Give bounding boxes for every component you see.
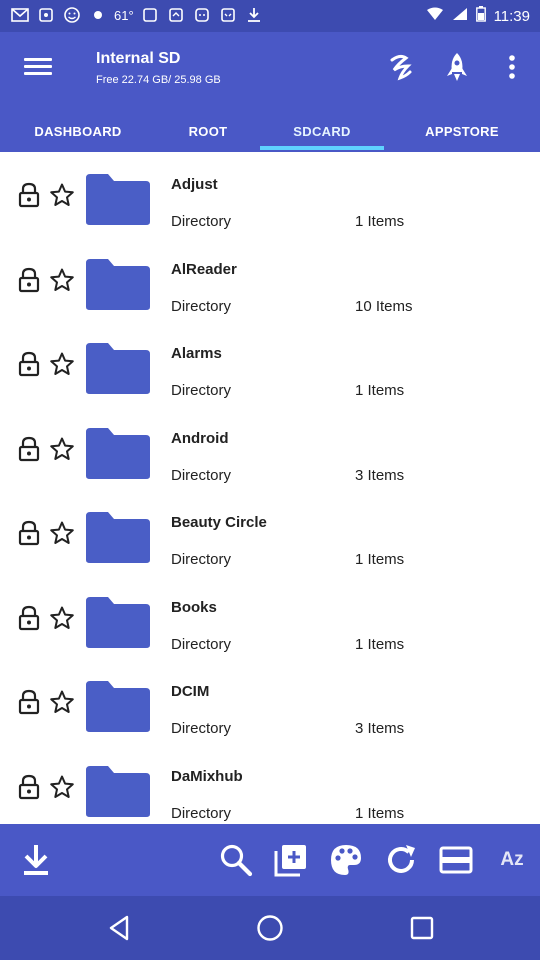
star-icon[interactable] bbox=[49, 351, 75, 377]
app-icon bbox=[192, 5, 212, 25]
file-name: Alarms bbox=[171, 345, 222, 362]
lock-icon[interactable] bbox=[17, 436, 41, 462]
tab-appstore[interactable]: APPSTORE bbox=[384, 110, 540, 152]
status-bar: 61° 11:39 bbox=[0, 0, 540, 32]
download-icon[interactable] bbox=[16, 840, 56, 880]
star-icon[interactable] bbox=[49, 436, 75, 462]
list-item[interactable]: DaMixhub Directory 1 Items bbox=[0, 744, 540, 825]
mask-icon bbox=[218, 5, 238, 25]
palette-icon[interactable] bbox=[326, 840, 366, 880]
recents-icon[interactable] bbox=[404, 910, 440, 946]
file-name: Android bbox=[171, 429, 229, 447]
status-notifications: 61° bbox=[10, 5, 264, 25]
file-count: 1 Items bbox=[355, 804, 405, 822]
emoji-icon bbox=[62, 5, 82, 25]
lock-icon[interactable] bbox=[17, 520, 41, 546]
file-type: Directory bbox=[171, 466, 232, 484]
star-icon[interactable] bbox=[49, 182, 75, 208]
file-type: Directory bbox=[171, 804, 232, 822]
mail-icon bbox=[10, 5, 30, 25]
more-vert-icon[interactable] bbox=[495, 50, 529, 84]
rocket-icon[interactable] bbox=[440, 50, 474, 84]
weather-icon bbox=[88, 5, 108, 25]
star-icon[interactable] bbox=[49, 689, 75, 715]
list-item[interactable]: Books Directory 1 Items bbox=[0, 575, 540, 660]
star-icon[interactable] bbox=[49, 605, 75, 631]
file-name: DCIM bbox=[171, 683, 210, 700]
temperature: 61° bbox=[114, 7, 134, 23]
file-type: Directory bbox=[171, 213, 232, 230]
tab-root[interactable]: ROOT bbox=[156, 110, 260, 152]
star-icon[interactable] bbox=[49, 267, 75, 293]
folder-icon bbox=[84, 257, 152, 312]
shield-icon bbox=[140, 5, 160, 25]
folder-icon bbox=[84, 341, 152, 396]
battery-icon bbox=[475, 6, 486, 26]
list-item[interactable]: AlReader Directory 10 Items bbox=[0, 237, 540, 322]
file-name: DaMixhub bbox=[171, 767, 243, 785]
file-count: 1 Items bbox=[355, 213, 405, 230]
folder-icon bbox=[84, 679, 152, 734]
lock-icon[interactable] bbox=[17, 267, 41, 293]
storage-info: Free 22.74 GB/ 25.98 GB bbox=[96, 74, 221, 86]
star-icon[interactable] bbox=[49, 774, 75, 800]
clock: 11:39 bbox=[493, 7, 530, 25]
snake-icon[interactable] bbox=[384, 50, 418, 84]
active-tab-indicator bbox=[260, 146, 384, 150]
sort-az-icon[interactable]: Az bbox=[492, 840, 532, 880]
refresh-icon[interactable] bbox=[381, 840, 421, 880]
system-nav-bar bbox=[0, 896, 540, 960]
file-type: Directory bbox=[171, 382, 232, 399]
signal-icon bbox=[452, 7, 468, 25]
bottom-toolbar: Az bbox=[0, 824, 540, 896]
storage-icon[interactable] bbox=[436, 840, 476, 880]
wifi-icon bbox=[426, 7, 444, 25]
file-count: 1 Items bbox=[355, 382, 405, 399]
file-count: 3 Items bbox=[355, 720, 405, 737]
app-bar: Internal SD Free 22.74 GB/ 25.98 GB DASH… bbox=[0, 32, 540, 152]
list-item[interactable]: Beauty Circle Directory 1 Items bbox=[0, 490, 540, 575]
folder-icon bbox=[84, 764, 152, 819]
file-list: Adjust Directory 1 Items AlReader Direct… bbox=[0, 152, 540, 824]
menu-button[interactable] bbox=[24, 54, 60, 82]
list-item[interactable]: Android Directory 3 Items bbox=[0, 406, 540, 491]
folder-icon bbox=[84, 426, 152, 481]
file-type: Directory bbox=[171, 551, 232, 568]
folder-icon bbox=[84, 595, 152, 650]
mail-icon-2 bbox=[166, 5, 186, 25]
star-icon[interactable] bbox=[49, 520, 75, 546]
folder-icon bbox=[84, 510, 152, 565]
add-file-icon[interactable] bbox=[271, 840, 311, 880]
file-name: Books bbox=[171, 598, 217, 616]
file-count: 10 Items bbox=[355, 297, 413, 315]
status-system: 11:39 bbox=[426, 6, 530, 26]
search-icon[interactable] bbox=[216, 840, 256, 880]
lock-icon[interactable] bbox=[17, 182, 41, 208]
list-item[interactable]: DCIM Directory 3 Items bbox=[0, 659, 540, 744]
lock-icon[interactable] bbox=[17, 689, 41, 715]
folder-icon bbox=[84, 172, 152, 227]
file-type: Directory bbox=[171, 635, 232, 653]
lock-icon[interactable] bbox=[17, 351, 41, 377]
file-type: Directory bbox=[171, 297, 232, 315]
file-name: Beauty Circle bbox=[171, 514, 267, 531]
file-count: 3 Items bbox=[355, 466, 405, 484]
back-icon[interactable] bbox=[101, 910, 137, 946]
download-status-icon bbox=[244, 5, 264, 25]
list-item[interactable]: Adjust Directory 1 Items bbox=[0, 152, 540, 237]
file-name: Adjust bbox=[171, 176, 218, 193]
lock-icon[interactable] bbox=[17, 605, 41, 631]
notification-icon bbox=[36, 5, 56, 25]
file-type: Directory bbox=[171, 720, 232, 737]
title-block: Internal SD Free 22.74 GB/ 25.98 GB bbox=[96, 50, 221, 86]
tab-dashboard[interactable]: DASHBOARD bbox=[0, 110, 156, 152]
page-title: Internal SD bbox=[96, 50, 181, 67]
lock-icon[interactable] bbox=[17, 774, 41, 800]
home-icon[interactable] bbox=[252, 910, 288, 946]
file-count: 1 Items bbox=[355, 551, 405, 568]
file-count: 1 Items bbox=[355, 635, 405, 653]
list-item[interactable]: Alarms Directory 1 Items bbox=[0, 321, 540, 406]
file-name: AlReader bbox=[171, 260, 237, 278]
